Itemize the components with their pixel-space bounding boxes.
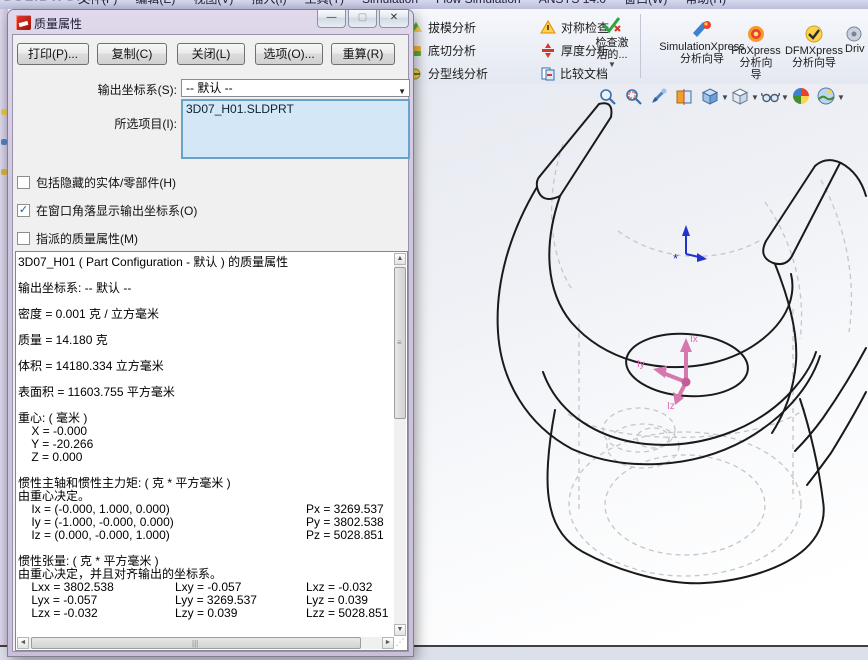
- menu-item[interactable]: Flow Simulation: [436, 0, 521, 6]
- output-coord-label: 输出坐标系(S):: [57, 81, 177, 98]
- selected-items-listbox[interactable]: 3D07_H01.SLDPRT: [181, 99, 410, 159]
- application-window: SOLIDWORKS 文件(F)编辑(E)视图(V)插入(I)工具(T)Simu…: [0, 0, 868, 660]
- include-hidden-checkbox[interactable]: 包括隐藏的实体/零部件(H): [17, 175, 176, 189]
- compare-documents-icon: [540, 66, 555, 81]
- solidworks-part-icon: [16, 15, 31, 30]
- svg-text:Ix: Ix: [690, 334, 698, 345]
- menu-item[interactable]: Simulation: [362, 0, 418, 6]
- results-text: 3D07_H01 ( Part Configuration - 默认 ) 的质量…: [18, 256, 395, 620]
- scroll-down-icon[interactable]: ▼: [394, 624, 406, 636]
- selected-item-value: 3D07_H01.SLDPRT: [186, 102, 294, 116]
- mass-properties-results: 3D07_H01 ( Part Configuration - 默认 ) 的质量…: [15, 251, 408, 651]
- menu-item[interactable]: ANSYS 14.0: [539, 0, 606, 6]
- thickness-analysis-icon: [540, 43, 556, 58]
- selected-items-label: 所选项目(I):: [77, 115, 177, 132]
- scroll-up-icon[interactable]: ▲: [394, 253, 406, 265]
- floxpress-wizard-button[interactable]: FloXpress 分析向 导: [726, 25, 786, 81]
- print-button[interactable]: 打印(P)...: [17, 43, 89, 65]
- checkbox-icon[interactable]: [17, 176, 30, 189]
- floxpress-icon: [746, 25, 766, 43]
- menu-items: 文件(F) 编辑(E) 视图(V) 插入(I) 工具(T) Simulation Flow …: [78, 0, 744, 9]
- results-line: 输出坐标系: -- 默认 --: [18, 282, 395, 295]
- results-line: 体积 = 14180.334 立方毫米: [18, 360, 395, 373]
- scroll-right-icon[interactable]: ►: [382, 637, 394, 649]
- chevron-down-icon: ▼: [586, 61, 638, 69]
- ribbon-separator: [640, 14, 641, 78]
- dfmxpress-icon: [804, 25, 824, 43]
- maximize-button[interactable]: ▢: [348, 10, 377, 28]
- minimize-button[interactable]: —: [317, 10, 346, 28]
- driveworksxpress-wizard-button[interactable]: Driv: [845, 25, 868, 55]
- menu-item[interactable]: 工具(T): [305, 0, 344, 6]
- checkbox-icon[interactable]: ✓: [17, 204, 30, 217]
- horizontal-scroll-thumb[interactable]: |||: [31, 637, 361, 649]
- toolbar-icon: [1, 109, 7, 115]
- results-line: Lzx = -0.032Lzy = 0.039Lzz = 5028.851: [18, 607, 395, 620]
- menu-item[interactable]: 窗口(W): [624, 0, 667, 6]
- copy-button[interactable]: 复制(C): [97, 43, 167, 65]
- menu-item[interactable]: 编辑(E): [135, 0, 175, 6]
- driveworksxpress-icon: [845, 25, 863, 43]
- hidden-edges: [552, 144, 852, 576]
- results-line: 质量 = 14.180 克: [18, 334, 395, 347]
- menu-item[interactable]: 插入(I): [251, 0, 286, 6]
- svg-text:Iy: Iy: [637, 359, 645, 370]
- resize-grip[interactable]: ⋰: [394, 637, 406, 649]
- results-line: 表面积 = 11603.755 平方毫米: [18, 386, 395, 399]
- graphics-viewport[interactable]: ▼ ▼ ▼ ▼: [413, 84, 868, 645]
- menu-item[interactable]: 文件(F): [78, 0, 117, 6]
- origin-asterisk: *: [673, 251, 678, 266]
- output-coord-combobox[interactable]: -- 默认 -- ▼: [181, 79, 410, 97]
- close-button[interactable]: 关闭(L): [177, 43, 245, 65]
- checkbox-icon[interactable]: [17, 232, 30, 245]
- scroll-left-icon[interactable]: ◄: [17, 637, 29, 649]
- output-coord-value: -- 默认 --: [186, 80, 233, 96]
- chevron-down-icon: ▼: [398, 84, 406, 100]
- show-coord-in-corner-checkbox[interactable]: ✓ 在窗口角落显示输出坐标系(O): [17, 203, 197, 217]
- results-line: 3D07_H01 ( Part Configuration - 默认 ) 的质量…: [18, 256, 395, 269]
- horizontal-scrollbar[interactable]: ◄ ||| ►: [17, 637, 394, 649]
- draft-analysis-button[interactable]: 拔模分析: [408, 17, 476, 37]
- toolbar-icon: [1, 139, 7, 145]
- check-active-icon: [601, 15, 623, 35]
- results-line: Iz = (0.000, -0.000, 1.000)Pz = 5028.851: [18, 529, 395, 542]
- menu-item[interactable]: 帮助(H): [685, 0, 726, 6]
- results-line: Z = 0.000: [18, 451, 395, 464]
- vertical-scroll-thumb[interactable]: ≡: [394, 267, 406, 419]
- left-toolbar-sliver: [0, 9, 8, 645]
- dialog-client-area: 打印(P)... 复制(C) 关闭(L) 选项(O)... 重算(R) 输出坐标…: [12, 34, 409, 652]
- visible-edges: [498, 103, 866, 583]
- assigned-mass-properties-checkbox[interactable]: 指派的质量属性(M): [17, 231, 138, 245]
- origin-triad: *: [673, 225, 707, 266]
- part-model-3d07-h01[interactable]: * Ix Iy Iz: [413, 84, 868, 645]
- principal-axes-triad: Ix Iy Iz: [637, 334, 698, 412]
- parting-line-analysis-button[interactable]: 分型线分析: [408, 63, 488, 83]
- results-line: 密度 = 0.001 克 / 立方毫米: [18, 308, 395, 321]
- menu-item[interactable]: 视图(V): [193, 0, 233, 6]
- check-active-documents-button[interactable]: 检查激 活的... ▼: [586, 15, 638, 69]
- simulationxpress-icon: [691, 19, 713, 39]
- dfmxpress-wizard-button[interactable]: DFMXpress 分析向导: [782, 25, 846, 69]
- menu-bar: SOLIDWORKS 文件(F)编辑(E)视图(V)插入(I)工具(T)Simu…: [0, 0, 868, 9]
- close-window-button[interactable]: ✕: [379, 10, 409, 28]
- undercut-analysis-button[interactable]: 底切分析: [408, 40, 476, 60]
- options-button[interactable]: 选项(O)...: [255, 43, 323, 65]
- symmetry-check-icon: [540, 20, 556, 35]
- mass-properties-dialog: 质量属性 — ▢ ✕ 打印(P)... 复制(C) 关闭(L) 选项(O)...…: [8, 10, 413, 656]
- vertical-scrollbar[interactable]: ▲ ≡ ▼: [394, 253, 406, 636]
- toolbar-icon: [1, 169, 7, 175]
- svg-text:Iz: Iz: [667, 401, 675, 412]
- dialog-title: 质量属性: [34, 15, 82, 32]
- recalculate-button[interactable]: 重算(R): [331, 43, 395, 65]
